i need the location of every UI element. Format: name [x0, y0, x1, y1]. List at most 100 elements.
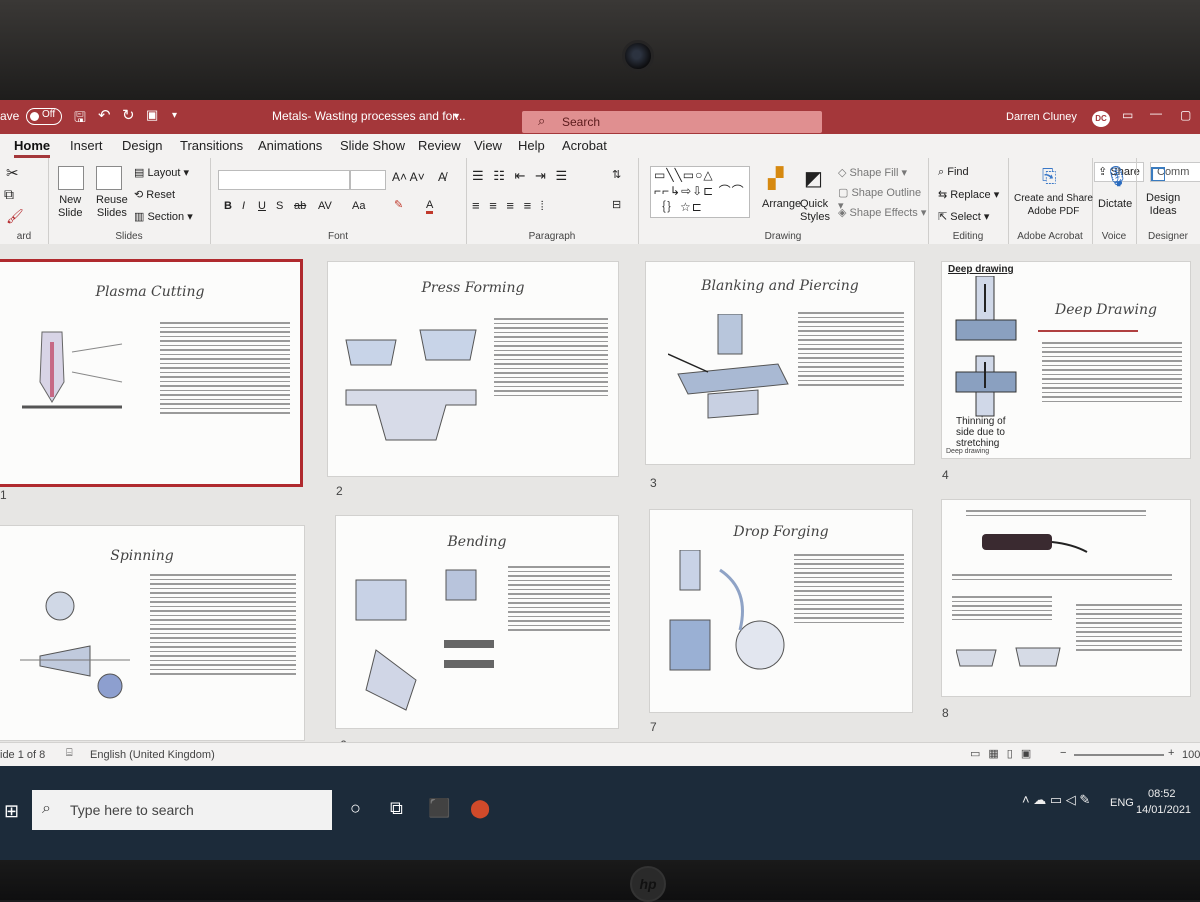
italic-button[interactable]: I [242, 200, 245, 212]
select-button[interactable]: ⇱ Select ▾ [938, 210, 989, 223]
powerpoint-icon[interactable]: ⬤ [470, 798, 490, 819]
layout-button[interactable]: ▤ Layout ▾ [134, 166, 189, 179]
undo-icon[interactable]: ↶ [98, 106, 111, 124]
find-button[interactable]: ⌕ Find [938, 166, 969, 179]
create-pdf-icon[interactable]: ⎘ [1042, 166, 1056, 187]
task-view-icon[interactable]: ⧉ [390, 798, 403, 819]
align-buttons[interactable]: ≡ ≡ ≡ ≡ ⦙ [472, 198, 547, 214]
slide-thumbnail-3[interactable]: Blanking and Piercing [646, 262, 914, 464]
teams-icon[interactable]: ⬛ [428, 798, 450, 819]
arrange-icon[interactable]: ▞ [768, 166, 783, 191]
search-placeholder: Search [562, 115, 601, 129]
autosave-state: Off [42, 109, 56, 120]
user-name[interactable]: Darren Cluney [1006, 111, 1077, 123]
tab-view[interactable]: View [474, 138, 502, 153]
input-language[interactable]: ENG [1110, 797, 1134, 809]
slide-thumbnail-1[interactable]: Plasma Cutting [0, 262, 300, 484]
replace-button[interactable]: ⇆ Replace ▾ [938, 188, 999, 201]
tab-acrobat[interactable]: Acrobat [562, 138, 607, 153]
reset-button[interactable]: ⟲ Reset [134, 188, 175, 201]
dictate-button[interactable]: Dictate [1098, 198, 1132, 210]
new-slide-button[interactable]: New Slide [58, 194, 82, 220]
shape-effects-button[interactable]: ◈ Shape Effects ▾ [838, 206, 926, 219]
autosave-toggle[interactable]: Off [26, 108, 62, 125]
tab-home[interactable]: Home [14, 138, 51, 158]
clock-time[interactable]: 08:52 [1148, 788, 1176, 800]
tab-transitions[interactable]: Transitions [180, 138, 243, 153]
reuse-slides-icon[interactable] [96, 166, 122, 190]
slide-title: Plasma Cutting [95, 284, 205, 300]
tab-design[interactable]: Design [122, 138, 162, 153]
zoom-in-icon[interactable]: + [1168, 747, 1174, 759]
slide-thumbnail-8[interactable] [942, 500, 1190, 696]
grow-font-icon[interactable]: A˄ A˅ [392, 170, 425, 184]
font-size-input[interactable] [350, 170, 386, 190]
arrange-button[interactable]: Arrange [762, 198, 801, 210]
change-case-button[interactable]: Aa [352, 200, 365, 212]
ribbon-display-icon[interactable]: ▭ [1122, 108, 1133, 122]
redo-icon[interactable]: ↻ [122, 106, 135, 124]
slide-title: Bending [447, 534, 507, 550]
deep-drawing-footer: Deep drawing [946, 448, 990, 455]
tab-animations[interactable]: Animations [258, 138, 322, 153]
zoom-out-icon[interactable]: − [1060, 747, 1066, 759]
shape-fill-button[interactable]: ◇ Shape Fill ▾ [838, 166, 907, 179]
zoom-slider[interactable] [1074, 754, 1164, 756]
char-spacing-button[interactable]: AV [318, 200, 332, 212]
tab-insert[interactable]: Insert [70, 138, 103, 153]
present-icon[interactable]: ▣ [146, 107, 158, 123]
clock-date[interactable]: 14/01/2021 [1136, 804, 1191, 816]
group-label-font: Font [327, 231, 348, 242]
section-button[interactable]: ▥ Section ▾ [134, 210, 193, 223]
highlight-icon[interactable]: ✎ [394, 198, 403, 211]
taskbar-search-placeholder: Type here to search [70, 802, 194, 818]
slide-thumbnail-4[interactable]: Deep drawing Deep Drawing Thinning of si… [942, 262, 1190, 458]
slide-number-3: 3 [650, 476, 657, 490]
tab-slide-show[interactable]: Slide Show [340, 138, 405, 153]
cortana-icon[interactable]: ○ [350, 798, 361, 819]
taskbar-search[interactable]: ⌕ Type here to search [32, 790, 332, 830]
microphone-icon[interactable]: 🎙 [1104, 164, 1129, 189]
slide-thumbnail-6[interactable]: Bending [336, 516, 618, 728]
cut-icon[interactable]: ✂ [6, 164, 19, 182]
minimize-icon[interactable]: — [1150, 106, 1162, 120]
strikethrough-button[interactable]: ab [294, 200, 306, 212]
slide-thumbnail-7[interactable]: Drop Forging [650, 510, 912, 712]
language-indicator[interactable]: English (United Kingdom) [90, 749, 215, 761]
search-box[interactable]: ⌕ Search [522, 111, 822, 133]
tab-review[interactable]: Review [418, 138, 461, 153]
bold-button[interactable]: B [224, 200, 232, 212]
quick-styles-icon[interactable]: ◩ [804, 166, 823, 191]
design-ideas-icon[interactable]: ⧠ [1150, 164, 1166, 187]
underline-button[interactable]: U [258, 200, 266, 212]
font-color-icon[interactable]: A [426, 200, 434, 214]
shapes-gallery[interactable]: ▭╲╲▭○△ ⌐⌐↳⇨⇩⊏ ⌒⌒｛｝☆⊏ [650, 166, 750, 218]
new-slide-icon[interactable] [58, 166, 84, 190]
save-icon[interactable]: 🖫 [74, 107, 86, 131]
restore-icon[interactable]: ▢ [1180, 108, 1191, 122]
slide-thumbnail-5[interactable]: Spinning [0, 526, 304, 740]
tray-icons[interactable]: ˄ ☁ ▭ ◁ ✎ [1022, 792, 1090, 808]
list-buttons[interactable]: ☰ ☷ ⇤ ⇥ ☰ [472, 168, 570, 184]
tab-help[interactable]: Help [518, 138, 545, 153]
shadow-button[interactable]: S [276, 200, 283, 212]
windows-start-icon[interactable]: ⊞ [4, 801, 19, 822]
clear-format-icon[interactable]: A̸ [438, 170, 446, 184]
title-dropdown-icon[interactable]: ▼ [452, 111, 461, 121]
reuse-slides-button[interactable]: Reuse Slides [96, 194, 128, 220]
customize-qat-icon[interactable]: ▾ [172, 110, 177, 121]
quick-styles-button[interactable]: Quick Styles [800, 198, 830, 224]
zoom-level[interactable]: 100 [1182, 749, 1200, 761]
slide-thumbnail-2[interactable]: Press Forming [328, 262, 618, 476]
copy-icon[interactable]: ⧉ [4, 186, 14, 203]
deep-drawing-caption: Thinning of side due to stretching [956, 416, 1006, 449]
design-ideas-button[interactable]: Design Ideas [1146, 192, 1180, 218]
create-pdf-button[interactable]: Create and Share Adobe PDF [1014, 192, 1093, 218]
user-avatar[interactable]: DC [1092, 111, 1110, 127]
align-text-icon[interactable]: ⊟ [612, 198, 621, 211]
text-direction-icon[interactable]: ⇅ [612, 168, 621, 181]
view-buttons[interactable]: ▭▦▯▣ [970, 747, 1039, 760]
format-painter-icon[interactable]: 🖌 [6, 208, 24, 225]
font-name-input[interactable] [218, 170, 350, 190]
spelling-icon[interactable]: ⌸ [66, 747, 73, 760]
